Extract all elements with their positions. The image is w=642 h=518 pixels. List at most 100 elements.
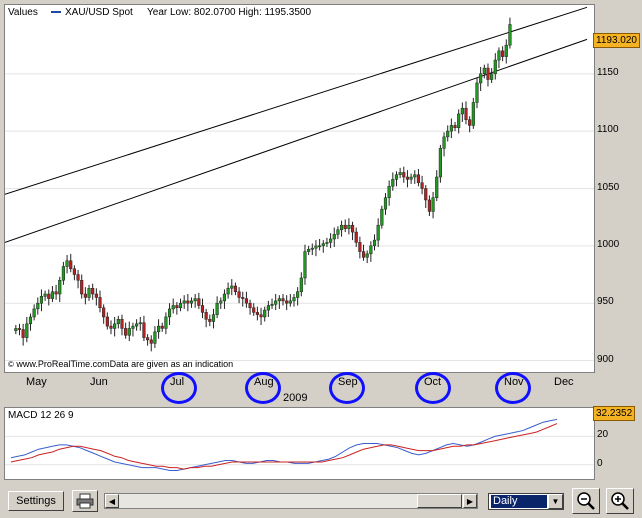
candle <box>131 325 135 329</box>
candle <box>314 245 318 249</box>
candle <box>98 297 102 309</box>
candle <box>124 328 128 336</box>
candle <box>270 304 274 306</box>
candle <box>69 260 73 270</box>
candle <box>350 224 355 233</box>
candle <box>76 274 80 281</box>
print-button[interactable] <box>72 490 98 512</box>
macd-series-signal <box>10 423 558 470</box>
candle <box>200 305 205 313</box>
candle <box>266 305 270 311</box>
candle <box>292 297 296 302</box>
candle <box>17 328 22 330</box>
zoom-out-button[interactable] <box>572 488 600 514</box>
candle <box>285 300 289 304</box>
candle <box>479 73 483 84</box>
candle <box>61 266 65 281</box>
candle <box>222 293 227 302</box>
candle <box>164 316 168 329</box>
dropdown-button[interactable]: ▼ <box>548 494 563 509</box>
scroll-thumb[interactable] <box>417 494 462 508</box>
candle <box>310 247 314 250</box>
macd-panel[interactable]: MACD 12 26 9 <box>4 407 595 480</box>
price-tick-label: 900 <box>597 353 614 365</box>
candle <box>431 197 435 212</box>
candle <box>409 176 413 180</box>
candle <box>102 307 106 318</box>
candle <box>325 242 329 244</box>
horizontal-scrollbar[interactable]: ◀ ▶ <box>104 493 478 509</box>
candle <box>329 238 333 243</box>
candle <box>427 199 431 212</box>
candle <box>296 291 300 298</box>
candle <box>361 251 366 258</box>
annotation-circle <box>161 372 197 404</box>
candle <box>94 293 98 298</box>
settings-button[interactable]: Settings <box>8 491 64 511</box>
candle <box>83 293 87 298</box>
candle <box>501 50 505 57</box>
annotation-circle <box>245 372 281 404</box>
candle <box>281 298 285 302</box>
candle <box>274 300 278 305</box>
candle <box>259 314 263 318</box>
candle <box>248 302 252 309</box>
candle <box>113 323 117 329</box>
period-select[interactable]: Daily ▼ <box>488 493 564 510</box>
scroll-left-button[interactable]: ◀ <box>105 494 119 508</box>
candle <box>215 302 219 315</box>
candle <box>237 291 241 298</box>
candle <box>25 323 29 338</box>
candle <box>354 231 358 243</box>
trend-channel-line <box>5 6 588 195</box>
candle <box>189 300 194 304</box>
legend-swatch <box>51 11 61 14</box>
candle <box>182 300 186 304</box>
candle <box>58 280 62 295</box>
price-chart-panel[interactable]: Values XAU/USD Spot Year Low: 802.0700 H… <box>4 4 595 373</box>
candle <box>358 242 362 252</box>
price-chart <box>5 6 594 362</box>
candle <box>486 67 490 80</box>
candle <box>244 298 248 304</box>
candle <box>230 285 234 289</box>
candle <box>497 50 501 61</box>
candle <box>453 125 457 128</box>
macd-label: MACD 12 26 9 <box>8 410 74 421</box>
price-tick-label: 1000 <box>597 238 620 250</box>
candle <box>380 208 384 226</box>
copyright-icon: © <box>8 360 14 369</box>
candle <box>233 285 238 292</box>
candle <box>277 298 281 302</box>
candle <box>457 113 461 128</box>
annotation-circle <box>415 372 451 404</box>
candle <box>402 172 406 178</box>
candle <box>72 268 76 275</box>
candle <box>156 325 161 333</box>
candle <box>175 305 179 309</box>
candle <box>394 174 399 180</box>
candle <box>65 260 69 267</box>
candle <box>204 312 208 320</box>
annotation-circle <box>329 372 365 404</box>
candle <box>299 277 303 292</box>
candle <box>226 288 230 295</box>
candle <box>171 305 175 310</box>
candle <box>14 328 18 331</box>
candle <box>508 24 512 46</box>
candle <box>318 245 322 248</box>
candle <box>446 130 450 138</box>
candle <box>383 197 388 210</box>
candle <box>416 174 421 184</box>
candle <box>343 224 347 229</box>
candle <box>80 280 84 295</box>
candle <box>420 182 424 189</box>
candle <box>178 302 183 309</box>
candle <box>391 179 395 187</box>
candle <box>87 288 91 298</box>
zoom-in-button[interactable] <box>606 488 634 514</box>
watermark: © www.ProRealTime.comData are given as a… <box>8 359 233 369</box>
macd-tick-label: 20 <box>597 429 609 441</box>
candle <box>321 243 325 247</box>
scroll-right-button[interactable]: ▶ <box>463 494 477 508</box>
